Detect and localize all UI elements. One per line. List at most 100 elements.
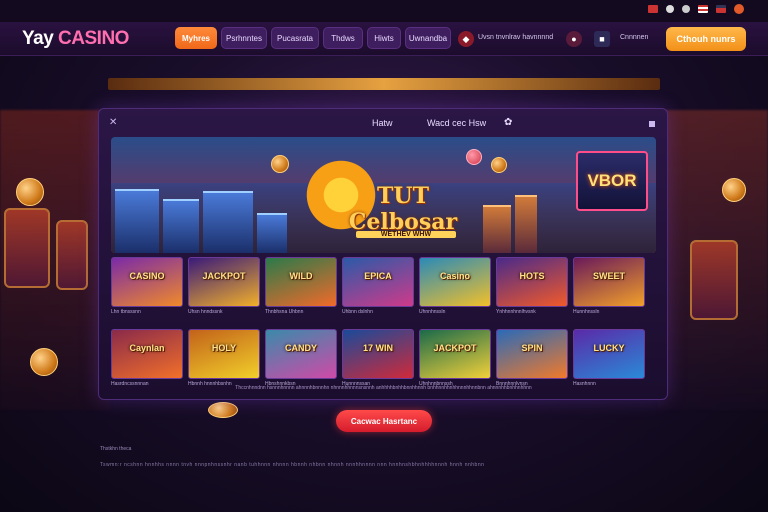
game-thumbnail[interactable]: 17 WIN xyxy=(342,329,414,379)
top-utility-bar xyxy=(0,0,768,22)
background-slot-machine xyxy=(56,220,88,290)
hero-building xyxy=(203,191,253,253)
nav-item-hits[interactable]: Hiwts xyxy=(367,27,401,49)
logo-word-yay: Yay xyxy=(22,28,54,49)
logo-word-casino: CASINO xyxy=(58,28,129,49)
game-thumbnail[interactable]: HOTS xyxy=(496,257,568,307)
game-tile[interactable]: EPICA Uhbnn dslnhn xyxy=(342,257,414,315)
game-title: JACKPOT xyxy=(202,271,246,281)
panel-footer-note: Thccnhnndnn hsnnnhnnnn ahnnnhbnnnhn nhnn… xyxy=(235,385,532,391)
account-text[interactable]: Cnnnnen xyxy=(620,34,648,41)
game-title: SWEET xyxy=(592,271,625,281)
game-tile[interactable]: JACKPOT Uhsn hnndssnk xyxy=(188,257,260,315)
game-thumbnail[interactable]: Caynlan xyxy=(111,329,183,379)
promo-icon[interactable]: ◆ xyxy=(458,31,474,47)
game-tile[interactable]: SWEET Hunnhnssln xyxy=(573,257,645,315)
game-tile[interactable]: CASINO Lhn tbnsssnn xyxy=(111,257,183,315)
game-tile[interactable]: SPIN Bnnnhnnlvnsn xyxy=(496,329,568,387)
game-thumbnail[interactable]: JACKPOT xyxy=(419,329,491,379)
game-title: SPIN xyxy=(521,343,543,353)
main-navigation: Yay CASINO Myhres Psrhnntes Pucasrata Th… xyxy=(0,22,768,56)
hero-building xyxy=(163,199,199,253)
fullscreen-icon[interactable] xyxy=(649,121,655,127)
game-thumbnail[interactable]: Casino xyxy=(419,257,491,307)
game-title: Casino xyxy=(439,271,470,281)
site-logo[interactable]: Yay CASINO xyxy=(22,28,129,50)
game-tile[interactable]: JACKPOT Uhnhnnbnnssh xyxy=(419,329,491,387)
hero-banner[interactable]: TUT Celbosar WETHEV WHW VBOR xyxy=(111,137,656,253)
game-title: CANDY xyxy=(284,343,317,353)
hero-building xyxy=(483,205,511,253)
nav-item-table[interactable]: Thdws xyxy=(323,27,363,49)
coin-icon xyxy=(722,178,746,202)
game-lobby-panel: ✕ Hatw Wacd cec Hsw ✿ TUT Celbosar WETHE… xyxy=(98,108,668,400)
game-tile[interactable]: HOTS Ynhhnnhnnlhvsnk xyxy=(496,257,568,315)
game-thumbnail[interactable]: HOLY xyxy=(188,329,260,379)
game-tile[interactable]: Caynlan Hasrdncssnnnan xyxy=(111,329,183,387)
nav-item-home[interactable]: Myhres xyxy=(175,27,217,49)
footer-heading: Thstkhn theca xyxy=(100,446,132,452)
game-thumbnail[interactable]: EPICA xyxy=(342,257,414,307)
tab-home[interactable]: Hatw xyxy=(372,118,393,128)
game-caption: Hunnhnssln xyxy=(573,309,600,315)
game-thumbnail[interactable]: CASINO xyxy=(111,257,183,307)
game-tile[interactable]: LUCKY Hasnhnnn xyxy=(573,329,645,387)
game-caption: Uhnnhnssln xyxy=(419,309,446,315)
nav-item-live[interactable]: Pucasrata xyxy=(271,27,319,49)
user-avatar-icon[interactable] xyxy=(734,4,744,14)
game-thumbnail[interactable]: SWEET xyxy=(573,257,645,307)
close-icon[interactable]: ✕ xyxy=(109,117,117,128)
game-caption: Uhbnn dslnhn xyxy=(342,309,373,315)
game-thumbnail[interactable]: SPIN xyxy=(496,329,568,379)
game-thumbnail[interactable]: WILD xyxy=(265,257,337,307)
flag-icon[interactable] xyxy=(666,5,674,13)
game-tile[interactable]: CANDY Hbnshnnkbsn xyxy=(265,329,337,387)
footer-links[interactable]: Tswmn:r ncshnn hnnhhs nnnn tnvh nnnpnhns… xyxy=(100,462,660,468)
game-title: HOLY xyxy=(211,343,237,353)
flag-icon[interactable] xyxy=(682,5,690,13)
background-slot-machine xyxy=(690,240,738,320)
game-thumbnail[interactable]: CANDY xyxy=(265,329,337,379)
game-title: 17 WIN xyxy=(362,343,393,353)
nav-item-slots[interactable]: Psrhnntes xyxy=(221,27,267,49)
coin-icon xyxy=(466,149,482,165)
flag-icon[interactable] xyxy=(698,5,708,13)
hero-building xyxy=(515,195,537,253)
gift-icon[interactable]: ✿ xyxy=(504,117,512,128)
coin-icon xyxy=(16,178,44,206)
coin-icon xyxy=(271,155,289,173)
nav-item-promotions[interactable]: Uwnandba xyxy=(405,27,451,49)
game-title: WILD xyxy=(289,271,313,281)
signup-button[interactable]: Cthouh nunrs xyxy=(666,27,746,51)
game-caption: Uhsn hnndssnk xyxy=(188,309,223,315)
explore-games-button[interactable]: Cacwac Hasrtanc xyxy=(336,410,432,432)
game-tile[interactable]: HOLY Hbnnh hnnnhbsnhn xyxy=(188,329,260,387)
game-caption: Ynhhnnhnnlhvsnk xyxy=(496,309,536,315)
game-caption: Thnbhsna Uhbnn xyxy=(265,309,304,315)
coin-icon xyxy=(491,157,507,173)
game-caption: Lhn tbnsssnn xyxy=(111,309,141,315)
game-title: EPICA xyxy=(364,271,392,281)
tab-new-games[interactable]: Wacd cec Hsw xyxy=(427,118,486,128)
game-title: Caynlan xyxy=(129,343,165,353)
game-thumbnail[interactable]: LUCKY xyxy=(573,329,645,379)
panel-header: ✕ Hatw Wacd cec Hsw ✿ xyxy=(99,109,667,137)
notification-icon[interactable]: ■ xyxy=(594,31,610,47)
game-thumbnail[interactable]: JACKPOT xyxy=(188,257,260,307)
game-title: HOTS xyxy=(519,271,545,281)
promo-text[interactable]: Uvsn tnvnlrav havnnnnd xyxy=(478,34,553,41)
hero-building xyxy=(115,189,159,253)
game-title: JACKPOT xyxy=(433,343,477,353)
flag-icon[interactable] xyxy=(648,5,658,13)
game-tile[interactable]: WILD Thnbhsna Uhbnn xyxy=(265,257,337,315)
language-flags xyxy=(648,4,744,14)
coin-icon xyxy=(30,348,58,376)
wallet-icon[interactable]: ● xyxy=(566,31,582,47)
game-grid: CASINO Lhn tbnsssnn JACKPOT Uhsn hnndssnk WI… xyxy=(111,257,656,387)
hero-subtitle: WETHEV WHW xyxy=(356,231,456,238)
game-tile[interactable]: Casino Uhnnhnssln xyxy=(419,257,491,315)
game-title: LUCKY xyxy=(593,343,625,353)
game-title: CASINO xyxy=(129,271,165,281)
game-tile[interactable]: 17 WIN Hunnnnssan xyxy=(342,329,414,387)
flag-icon[interactable] xyxy=(716,5,726,13)
